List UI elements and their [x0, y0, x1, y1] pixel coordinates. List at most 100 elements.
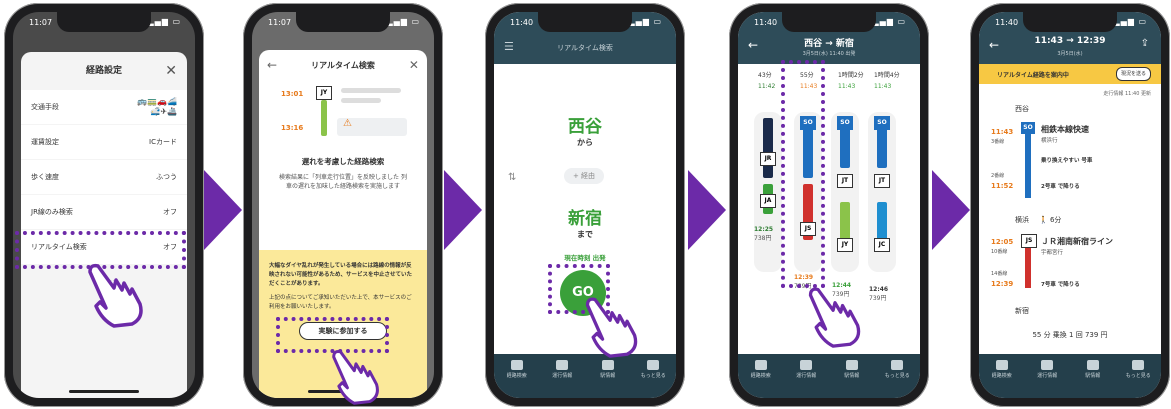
from-suffix: から: [577, 138, 593, 147]
illustration: 13:01 13:16 JY ⚠: [281, 84, 407, 148]
close-icon[interactable]: ✕: [165, 52, 177, 90]
route-column-4[interactable]: SO JT JC: [868, 112, 896, 272]
screen: 11:40 ▂▄▆ ▭ ← 11:43 → 12:39 3月5日(水) ⇪ リアル…: [979, 12, 1161, 398]
setting-label: 歩く速度: [31, 173, 59, 181]
illustration-time-a: 13:01: [281, 90, 304, 98]
back-arrow-icon[interactable]: ←: [267, 58, 277, 72]
warning-box: ⚠: [337, 118, 407, 136]
tab-route[interactable]: 経路検索: [746, 360, 776, 379]
route-subtitle: 3月5日(水) 11:40 出発: [802, 51, 856, 57]
segment-2[interactable]: 12:05 10番線 JS ＪＲ湘南新宿ライン 宇都宮行 14番線 12:39 …: [979, 234, 1161, 294]
home-indicator: [69, 390, 139, 393]
transfer-walk: 横浜 🚶 6分: [1015, 215, 1061, 225]
report-button[interactable]: 現況を送る: [1115, 67, 1151, 81]
duration: 1時間2分: [838, 72, 864, 79]
status-time: 11:07: [268, 18, 292, 27]
jr-badge: JY: [316, 86, 332, 100]
tap-hand-icon: [88, 263, 143, 328]
step-arrow-4: [932, 170, 970, 250]
signal-icon: ▂▄▆ ▭: [872, 17, 906, 26]
notice-text-2: 上記の点についてご承知いただいた上で、本サービスのご利用をお願いいたします。: [269, 295, 412, 311]
setting-row-transport[interactable]: 交通手段 🚌🚃🚗🚄 🚅✈🚢: [21, 90, 187, 124]
tab-route[interactable]: 経路検索: [987, 360, 1017, 379]
tab-label: 駅情報: [844, 373, 860, 379]
depart-time: 12:05: [991, 238, 1014, 246]
arrive-info-1: 12:25 738円: [754, 226, 773, 242]
route-icon: [995, 360, 1008, 370]
settings-header: 経路設定 ✕: [21, 52, 187, 90]
tab-service[interactable]: 運行情報: [791, 360, 821, 379]
line-badge: SO: [837, 116, 853, 130]
setting-row-fare[interactable]: 運賃設定 ICカード: [21, 125, 187, 159]
swap-icon[interactable]: ⇅: [508, 172, 516, 183]
tab-label: 駅情報: [600, 373, 616, 379]
tab-label: 運行情報: [1037, 373, 1058, 379]
notice-text: 大幅なダイヤ乱れが発生している場合には路線の情報が反映されない可能性があるため、…: [269, 263, 413, 287]
station-name: 西谷: [1015, 105, 1029, 113]
fare: 738円: [754, 235, 772, 242]
route-column-3[interactable]: SO JT JY: [831, 112, 859, 272]
setting-row-jr-only[interactable]: JR線のみ検索 オフ: [21, 195, 187, 229]
tab-label: 経路検索: [506, 373, 527, 379]
train-icon: [556, 360, 569, 370]
banner-text: リアルタイム経路を案内中: [997, 72, 1069, 79]
from-station[interactable]: 西谷: [494, 112, 676, 137]
placeholder-lines: [341, 98, 381, 103]
detail-subtitle: 3月5日(水): [1057, 51, 1083, 57]
walk-time: 6分: [1049, 216, 1062, 224]
report-label: 現況を送る: [1120, 71, 1146, 77]
tab-more[interactable]: もっと見る: [882, 360, 912, 379]
tab-station[interactable]: 駅情報: [1078, 360, 1108, 379]
more-icon: [891, 360, 904, 370]
tab-more[interactable]: もっと見る: [1123, 360, 1153, 379]
setting-label: JR線のみ検索: [31, 208, 73, 216]
signal-icon: ▂▄▆ ▭: [147, 17, 181, 26]
depart-time-selector[interactable]: 現在時刻 出発: [494, 252, 676, 262]
tab-station[interactable]: 駅情報: [593, 360, 623, 379]
tab-station[interactable]: 駅情報: [837, 360, 867, 379]
arrive-time: 12:46: [869, 286, 889, 293]
intro-heading: 遅れを考慮した経路検索: [301, 157, 385, 166]
tap-hand-icon: [332, 350, 379, 405]
setting-row-walk[interactable]: 歩く速度 ふつう: [21, 160, 187, 194]
tab-label: もっと見る: [640, 373, 666, 379]
tab-label: 運行情報: [552, 373, 573, 379]
screen: 11:07 ▂▄▆ ▭ 経路設定 ✕ 交通手段 🚌🚃🚗🚄 🚅✈🚢 運賃設定 ICカード 歩…: [13, 12, 195, 398]
tap-hand-icon: [585, 297, 638, 358]
line-name: 相鉄本線快速: [1041, 125, 1089, 134]
setting-value: ふつう: [156, 173, 177, 181]
via-button[interactable]: + 経由: [564, 168, 604, 184]
share-icon[interactable]: ⇪: [1141, 38, 1149, 49]
station-name: 新宿: [1015, 307, 1029, 315]
tab-bar: 経路検索 運行情報 駅情報 もっと見る: [738, 354, 920, 398]
platform: 14番線: [991, 271, 1008, 277]
segment-1[interactable]: 11:43 3番線 SO 相鉄本線快速 横浜行 乗り換えやすい 号車 2番線 1…: [979, 122, 1161, 206]
tab-label: もっと見る: [884, 373, 910, 379]
step-arrow-3: [688, 170, 726, 250]
setting-value: オフ: [163, 208, 177, 216]
line-bar: [877, 202, 887, 242]
route-column-1[interactable]: JR JA: [754, 112, 782, 272]
status-time: 11:40: [995, 18, 1019, 27]
settings-title: 経路設定: [85, 66, 122, 76]
platform: 2番線: [991, 173, 1005, 179]
signal-icon: ▂▄▆ ▭: [386, 17, 420, 26]
tab-more[interactable]: もっと見る: [638, 360, 668, 379]
line-badge: JR: [760, 152, 776, 166]
platform: 10番線: [991, 249, 1008, 255]
route-title: 西谷 → 新宿: [804, 39, 854, 49]
station-icon: [845, 360, 858, 370]
car-tip: 7号車 で降りる: [1041, 282, 1080, 288]
line-badge: SO: [874, 116, 890, 130]
tab-service[interactable]: 運行情報: [547, 360, 577, 379]
line-badge: SO: [1021, 122, 1035, 134]
line-bar: [1025, 248, 1031, 288]
tab-route[interactable]: 経路検索: [502, 360, 532, 379]
line-bar: [763, 118, 773, 178]
to-station[interactable]: 新宿: [494, 204, 676, 229]
route-icon: [510, 360, 523, 370]
tab-service[interactable]: 運行情報: [1032, 360, 1062, 379]
close-icon[interactable]: ✕: [409, 58, 419, 72]
route-summary: 55 分 乗換 1 回 739 円: [1032, 331, 1108, 339]
phone-route-detail: 11:40 ▂▄▆ ▭ ← 11:43 → 12:39 3月5日(水) ⇪ リアル…: [970, 3, 1170, 407]
